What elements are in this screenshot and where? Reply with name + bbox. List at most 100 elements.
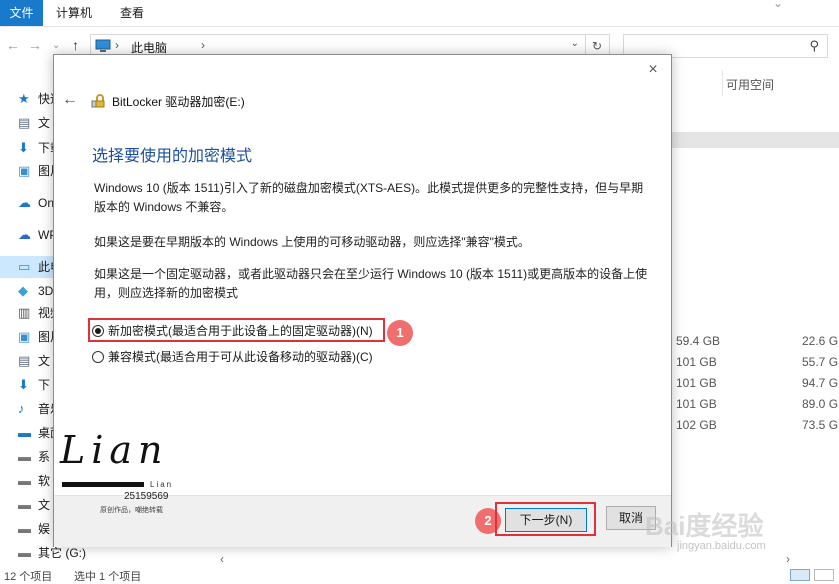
radio-button[interactable] [92, 325, 104, 337]
nav-item[interactable]: ▬ 娱 [0, 518, 55, 540]
nav-item-label: 文 [38, 116, 51, 130]
nav-item-label: 下 [38, 378, 51, 392]
tiles-view-icon[interactable] [814, 569, 834, 581]
drive-free-space: 73.5 G [802, 418, 839, 432]
nav-item[interactable]: ▣图片 [0, 160, 55, 182]
star-icon: ★ [18, 91, 30, 106]
nav-item[interactable]: ▤ 文 [0, 350, 55, 372]
nav-item[interactable]: ◆ 3D [0, 280, 55, 302]
bitlocker-dialog: × ← BitLocker 驱动器加密(E:) 选择要使用的加密模式 Windo… [53, 54, 672, 547]
dialog-footer: 2 下一步(N) 取消 [54, 495, 671, 547]
baidu-url-watermark: jingyan.baidu.com [677, 540, 766, 552]
dialog-heading: 选择要使用的加密模式 [92, 148, 253, 165]
highlight-box: 下一步(N) [495, 502, 596, 536]
nav-item[interactable]: ▬ 系 [0, 446, 55, 468]
path-separator: › [201, 38, 205, 52]
nav-item[interactable]: ⬇下载 [0, 137, 55, 159]
radio-button[interactable] [92, 351, 104, 363]
drive-total-size: 101 GB [676, 376, 717, 390]
nav-item[interactable]: ▬ 软 [0, 470, 55, 492]
scroll-left-icon[interactable]: ‹ [220, 552, 224, 566]
drive-free-space: 22.6 G [802, 334, 839, 348]
nav-item[interactable]: ▣图片 [0, 326, 55, 348]
download-icon: ⬇ [18, 140, 29, 155]
close-icon[interactable]: × [643, 61, 663, 79]
drive-total-size: 59.4 GB [676, 334, 721, 348]
nav-item[interactable]: ▬桌面 [0, 422, 55, 444]
selected-count: 选中 1 个项目 [74, 571, 142, 583]
download-icon: ⬇ [18, 377, 29, 392]
nav-item[interactable]: ☁OneDrive [0, 192, 55, 214]
nav-item-label: 3D [38, 284, 54, 298]
document-icon: ▤ [18, 353, 31, 368]
drive-icon: ▬ [18, 545, 31, 560]
cloud-icon: ☁ [18, 195, 31, 210]
nav-item[interactable]: ♪音乐 [0, 398, 55, 420]
chevron-down-icon[interactable]: ⌄ [571, 38, 579, 49]
chevron-down-icon[interactable]: ⌄ [773, 0, 783, 10]
description-paragraph: Windows 10 (版本 1511)引入了新的磁盘加密模式(XTS-AES)… [94, 181, 644, 214]
nav-item-label: 文 [38, 498, 51, 512]
forward-arrow-icon[interactable]: → [28, 37, 42, 53]
wps-cloud-icon: ☁ [18, 227, 31, 242]
author-watermark: Lian [60, 428, 169, 472]
nav-item[interactable]: ▭此电 [0, 256, 55, 278]
nav-item-label: 文 [38, 354, 51, 368]
nav-item[interactable]: ▬ 文 [0, 494, 55, 516]
drive-icon: ▬ [18, 521, 31, 536]
tab-file[interactable]: 文件 [0, 0, 43, 26]
item-count: 12 个项目 [4, 571, 53, 583]
drive-free-space: 94.7 G [802, 376, 839, 390]
free-space-column-header[interactable]: 可用空间 [726, 76, 774, 93]
nav-item[interactable]: ☁WPS [0, 224, 55, 246]
compat-paragraph: 如果这是要在早期版本的 Windows 上使用的可移动驱动器，则应选择"兼容"模… [94, 235, 530, 249]
up-arrow-icon[interactable]: ↑ [72, 37, 79, 53]
horizontal-scrollbar[interactable]: ‹ › [220, 552, 790, 568]
drive-icon: ▬ [18, 473, 31, 488]
ribbon: 文件 计算机 查看 ⌄ [0, 0, 839, 27]
path-separator: › [115, 38, 119, 52]
baidu-watermark: Bai度经验 [645, 511, 764, 541]
next-button[interactable]: 下一步(N) [505, 508, 587, 532]
video-icon: ▥ [18, 305, 31, 320]
nav-item-label: 娱 [38, 522, 51, 536]
radio-label[interactable]: 兼容模式(最适合用于可从此设备移动的驱动器)(C) [108, 347, 373, 367]
bitlocker-drive-icon [91, 94, 105, 108]
nav-item[interactable]: ★快速 [0, 88, 55, 110]
back-arrow-icon[interactable]: ← [62, 91, 78, 109]
picture-icon: ▣ [18, 329, 31, 344]
nav-item[interactable]: ▤ 文 [0, 112, 55, 134]
author-id: 25159569 [124, 491, 169, 502]
desktop-icon: ▬ [18, 425, 31, 440]
nav-item-label: 软 [38, 474, 51, 488]
tab-view[interactable]: 查看 [110, 0, 154, 26]
nav-item[interactable]: ⬇ 下 [0, 374, 55, 396]
cube-icon: ◆ [18, 283, 28, 298]
details-view-icon[interactable] [790, 569, 810, 581]
drive-total-size: 101 GB [676, 355, 717, 369]
column-divider [722, 70, 723, 96]
nav-item[interactable]: ▥视频 [0, 302, 55, 324]
drive-total-size: 102 GB [676, 418, 717, 432]
radio-label[interactable]: 新加密模式(最适合用于此设备上的固定驱动器)(N) [108, 321, 373, 341]
scroll-right-icon[interactable]: › [786, 552, 790, 566]
nav-item-label: 系 [38, 450, 51, 464]
search-icon: ⚲ [809, 38, 819, 53]
music-icon: ♪ [18, 401, 25, 416]
recent-chevron-icon[interactable]: ⌄ [52, 40, 60, 51]
navigation-pane: ★快速▤文⬇下载▣图片☁OneDrive☁WPS▭此电◆3D▥视频▣图片▤文⬇下… [0, 80, 86, 570]
drive-free-space: 55.7 G [802, 355, 839, 369]
back-arrow-icon[interactable]: ← [6, 37, 20, 53]
drive-total-size: 101 GB [676, 397, 717, 411]
selected-row-band [666, 132, 839, 148]
computer-icon: ▭ [18, 259, 31, 274]
dialog-title: BitLocker 驱动器加密(E:) [112, 95, 245, 109]
drive-icon: ▬ [18, 449, 31, 464]
document-icon: ▤ [18, 115, 31, 130]
step-badge-1: 1 [387, 320, 413, 346]
tab-computer[interactable]: 计算机 [46, 0, 102, 26]
fixed-drive-paragraph: 如果这是一个固定驱动器，或者此驱动器只会在至少运行 Windows 10 (版本… [94, 267, 648, 300]
status-bar: 12 个项目 选中 1 个项目 [0, 568, 839, 583]
computer-icon [95, 39, 111, 52]
picture-icon: ▣ [18, 163, 31, 178]
